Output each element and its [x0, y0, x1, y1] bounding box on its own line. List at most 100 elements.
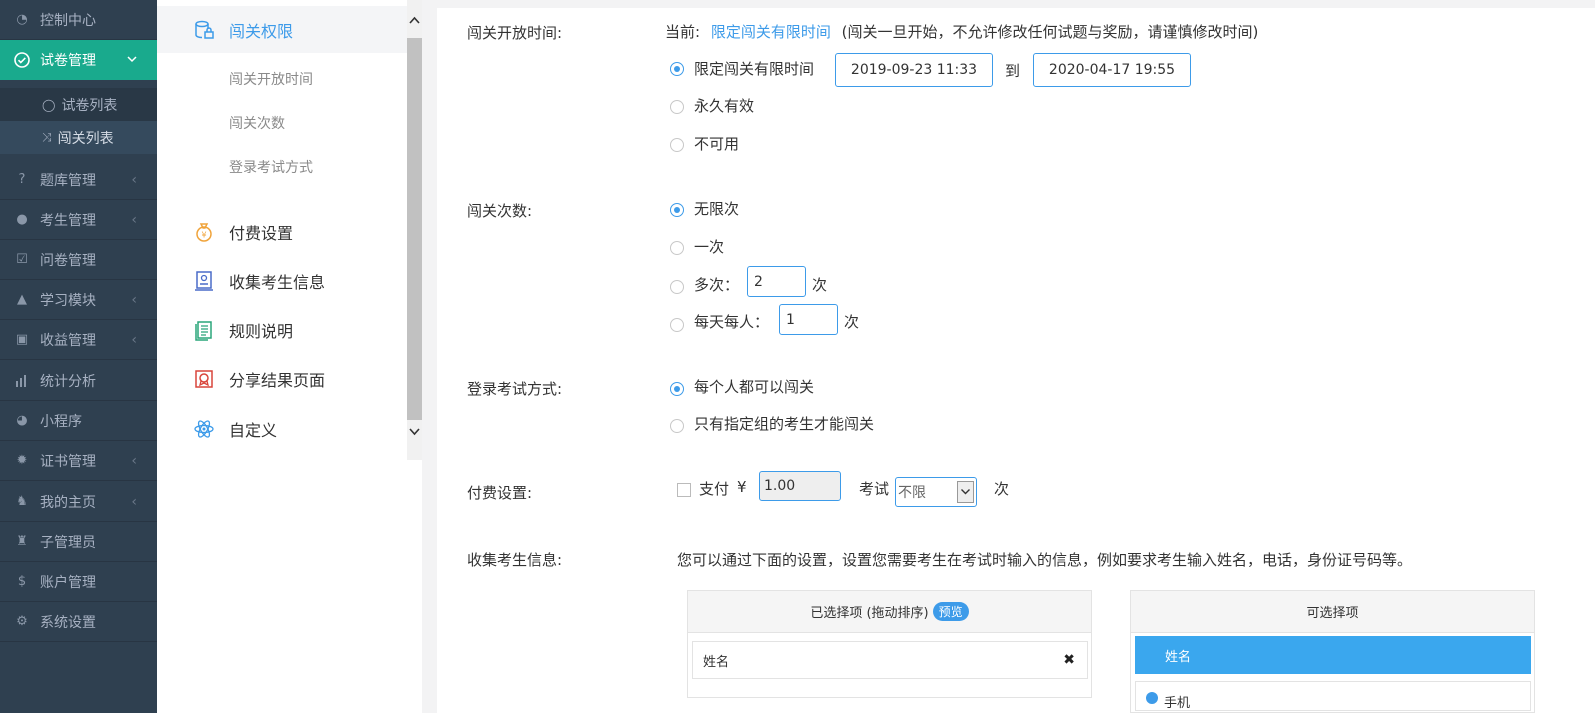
- available-fields-panel: 可选择项 姓名 手机: [1130, 590, 1535, 713]
- sidebar-item-miniprogram[interactable]: ◕ 小程序: [0, 401, 157, 441]
- nav-sub-login-method[interactable]: 登录考试方式: [229, 157, 313, 177]
- settings-content: 闯关开放时间: 当前: 限定闯关有限时间 (闯关一旦开始，不允许修改任何试题与奖…: [437, 0, 1595, 713]
- chevron-left-icon: ‹: [131, 452, 137, 469]
- bar-chart-icon: [14, 373, 30, 389]
- dollar-icon: $: [17, 574, 27, 589]
- nav-sub-open-time[interactable]: 闯关开放时间: [229, 69, 313, 89]
- pay-checkbox-label: 支付: [699, 480, 730, 498]
- chevron-left-icon: ‹: [131, 211, 137, 228]
- question-circle-icon: ?: [18, 172, 26, 187]
- nav-sub-attempts[interactable]: 闯关次数: [229, 113, 285, 133]
- selected-fields-header: 已选择项 (拖动排序) 预览: [688, 591, 1091, 633]
- check-circle-icon: [14, 52, 30, 68]
- radio-unavailable-label: 不可用: [694, 135, 740, 153]
- certificate-icon: ✹: [16, 453, 28, 468]
- remove-icon[interactable]: ✖: [1063, 652, 1075, 668]
- scroll-up-icon[interactable]: [409, 14, 420, 27]
- selected-fields-panel: 已选择项 (拖动排序) 预览 姓名 ✖: [687, 590, 1092, 698]
- sidebar-item-dashboard[interactable]: ◔ 控制中心: [0, 0, 157, 40]
- sidebar-subitem-challenge-list[interactable]: ⤨ 闯关列表: [0, 121, 157, 154]
- document-icon: [193, 319, 215, 341]
- checkbox-icon: ☑: [16, 252, 28, 267]
- sidebar-item-candidates[interactable]: ● 考生管理 ‹: [0, 200, 157, 240]
- nav-section-payment[interactable]: ¥ 付费设置: [157, 218, 407, 246]
- check-circle-icon: ◯: [42, 97, 56, 112]
- radio-multiple[interactable]: [670, 280, 684, 294]
- sidebar-item-certificates[interactable]: ✹ 证书管理 ‹: [0, 441, 157, 481]
- radio-permanent-label: 永久有效: [694, 97, 755, 115]
- admin-icon: ♜: [16, 534, 28, 549]
- current-mode-note: (闯关一旦开始，不允许修改任何试题与奖励，请谨慎修改时间): [841, 23, 1259, 41]
- chevron-left-icon: ‹: [131, 331, 137, 348]
- settings-nav-panel: 闯关权限 闯关开放时间 闯关次数 登录考试方式 ¥ 付费设置 收集考生信息 规则…: [157, 0, 422, 713]
- login-method-label: 登录考试方式:: [467, 380, 563, 398]
- available-fields-header: 可选择项: [1131, 591, 1534, 633]
- chevron-left-icon: ‹: [131, 171, 137, 188]
- end-date-input[interactable]: 2020-04-17 19:55: [1033, 53, 1191, 87]
- selected-field-item[interactable]: 姓名 ✖: [692, 641, 1088, 679]
- available-field-item[interactable]: 姓名: [1135, 636, 1531, 674]
- open-time-current: 当前: 限定闯关有限时间 (闯关一旦开始，不允许修改任何试题与奖励，请谨慎修改时…: [665, 23, 1259, 41]
- start-date-input[interactable]: 2019-09-23 11:33: [835, 53, 993, 87]
- multiple-unit: 次: [812, 276, 828, 294]
- radio-specified-group[interactable]: [670, 419, 684, 433]
- radio-once-label: 一次: [694, 238, 725, 256]
- nav-section-access[interactable]: 闯关权限: [157, 6, 407, 53]
- radio-specified-group-label: 只有指定组的考生才能闯关: [694, 415, 875, 433]
- add-icon[interactable]: [1146, 692, 1158, 704]
- money-icon: ▣: [15, 332, 29, 347]
- sidebar: ◔ 控制中心 试卷管理 ◯ 试卷列表 ⤨ 闯关列表 ? 题库管理 ‹ ● 考生管…: [0, 0, 157, 713]
- pay-checkbox[interactable]: [677, 483, 691, 497]
- sidebar-item-sub-admin[interactable]: ♜ 子管理员: [0, 522, 157, 562]
- daily-unit: 次: [844, 313, 860, 331]
- sidebar-item-learning[interactable]: ▲ 学习模块 ‹: [0, 280, 157, 320]
- exam-times-select[interactable]: 不限: [895, 477, 977, 507]
- sidebar-item-exam-management[interactable]: 试卷管理: [0, 40, 157, 80]
- atom-icon: [193, 418, 215, 440]
- shuffle-icon: ⤨: [42, 130, 52, 144]
- share-badge-icon: [193, 368, 215, 390]
- sidebar-item-settings[interactable]: ⚙ 系统设置: [0, 602, 157, 642]
- radio-permanent[interactable]: [670, 100, 684, 114]
- sidebar-item-statistics[interactable]: 统计分析: [0, 361, 157, 401]
- nav-section-custom[interactable]: 自定义: [157, 415, 407, 443]
- money-bag-icon: ¥: [193, 221, 215, 243]
- radio-unlimited[interactable]: [670, 203, 684, 217]
- home-icon: ♞: [16, 494, 28, 509]
- preview-button[interactable]: 预览: [932, 602, 969, 621]
- sidebar-item-homepage[interactable]: ♞ 我的主页 ‹: [0, 482, 157, 522]
- payment-label: 付费设置:: [467, 484, 533, 502]
- nav-scrollbar[interactable]: [407, 0, 422, 460]
- sidebar-item-revenue[interactable]: ▣ 收益管理 ‹: [0, 320, 157, 360]
- multiple-count-input[interactable]: 2: [747, 266, 806, 297]
- nav-section-rules[interactable]: 规则说明: [157, 316, 407, 344]
- scroll-down-icon[interactable]: [409, 426, 420, 439]
- radio-limited-time-label: 限定闯关有限时间: [694, 60, 815, 78]
- id-card-icon: [193, 270, 215, 292]
- chevron-left-icon: ‹: [131, 493, 137, 510]
- attempts-label: 闯关次数:: [467, 202, 533, 220]
- dashboard-icon: ◔: [16, 12, 28, 27]
- user-icon: ●: [16, 212, 28, 227]
- exam-label: 考试: [859, 480, 890, 498]
- radio-everyone-label: 每个人都可以闯关: [694, 378, 815, 396]
- nav-section-collect-info[interactable]: 收集考生信息: [157, 267, 407, 295]
- chevron-left-icon: ‹: [131, 291, 137, 308]
- radio-everyone[interactable]: [670, 382, 684, 396]
- nav-section-share-result[interactable]: 分享结果页面: [157, 365, 407, 393]
- database-lock-icon: [193, 19, 215, 41]
- radio-unavailable[interactable]: [670, 138, 684, 152]
- radio-limited-time[interactable]: [670, 62, 684, 76]
- sidebar-item-question-bank[interactable]: ? 题库管理 ‹: [0, 160, 157, 200]
- pay-amount-input[interactable]: 1.00: [759, 471, 841, 501]
- open-time-label: 闯关开放时间:: [467, 24, 563, 42]
- current-mode-value: 限定闯关有限时间: [710, 23, 831, 41]
- sidebar-item-survey[interactable]: ☑ 问卷管理: [0, 240, 157, 280]
- radio-once[interactable]: [670, 241, 684, 255]
- scrollbar-thumb[interactable]: [407, 38, 422, 420]
- daily-count-input[interactable]: 1: [779, 304, 838, 335]
- sidebar-item-account[interactable]: $ 账户管理: [0, 562, 157, 602]
- radio-daily-per-person[interactable]: [670, 318, 684, 332]
- available-field-item[interactable]: 手机: [1135, 681, 1531, 711]
- sidebar-subitem-exam-list[interactable]: ◯ 试卷列表: [0, 88, 157, 121]
